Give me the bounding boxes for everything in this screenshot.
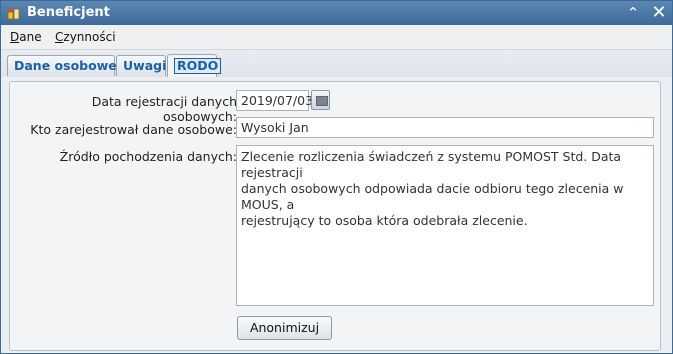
app-icon bbox=[7, 7, 20, 20]
menu-dane-mnemonic: D bbox=[10, 30, 20, 44]
registration-date-label: Data rejestracji danych osobowych: bbox=[91, 94, 237, 124]
menu-czynnosci[interactable]: Czynności bbox=[55, 30, 116, 44]
tab-dane-osobowe[interactable]: Dane osobowe bbox=[7, 55, 117, 76]
menu-dane[interactable]: Dane bbox=[10, 30, 42, 44]
calendar-button[interactable] bbox=[311, 90, 330, 110]
tab-uwagi[interactable]: Uwagi bbox=[116, 55, 166, 76]
close-button[interactable]: ✕ bbox=[649, 3, 669, 23]
window: Beneficjent ⌃ ✕ Dane Czynności Dane osob… bbox=[0, 0, 673, 354]
menu-dane-label: ane bbox=[19, 30, 42, 44]
anonymize-button[interactable]: Anonimizuj bbox=[237, 316, 332, 340]
registered-by-field[interactable]: Wysoki Jan bbox=[236, 117, 654, 138]
tab-bar: Dane osobowe Uwagi RODO bbox=[1, 50, 672, 77]
window-title: Beneficjent bbox=[27, 5, 110, 20]
data-source-textarea[interactable]: Zlecenie rozliczenia świadczeń z systemu… bbox=[236, 145, 654, 306]
tab-rodo[interactable]: RODO bbox=[167, 54, 222, 77]
rodo-panel: Data rejestracji danych osobowych: 2019/… bbox=[9, 81, 661, 351]
title-bar[interactable]: Beneficjent ⌃ ✕ bbox=[1, 1, 672, 25]
tab-uwagi-label: Uwagi bbox=[123, 58, 167, 73]
data-source-label: Źródło pochodzenia danych: bbox=[59, 149, 237, 164]
registered-by-label: Kto zarejestrował dane osobowe: bbox=[30, 122, 237, 137]
menu-bar: Dane Czynności bbox=[1, 25, 672, 50]
calendar-icon bbox=[316, 96, 328, 106]
tab-dane-osobowe-label: Dane osobowe bbox=[14, 58, 117, 73]
tab-rodo-label: RODO bbox=[174, 58, 222, 74]
menu-czynnosci-label: zynności bbox=[63, 30, 116, 44]
registration-date-field[interactable]: 2019/07/03 bbox=[236, 90, 313, 111]
minimize-button[interactable]: ⌃ bbox=[623, 3, 643, 23]
